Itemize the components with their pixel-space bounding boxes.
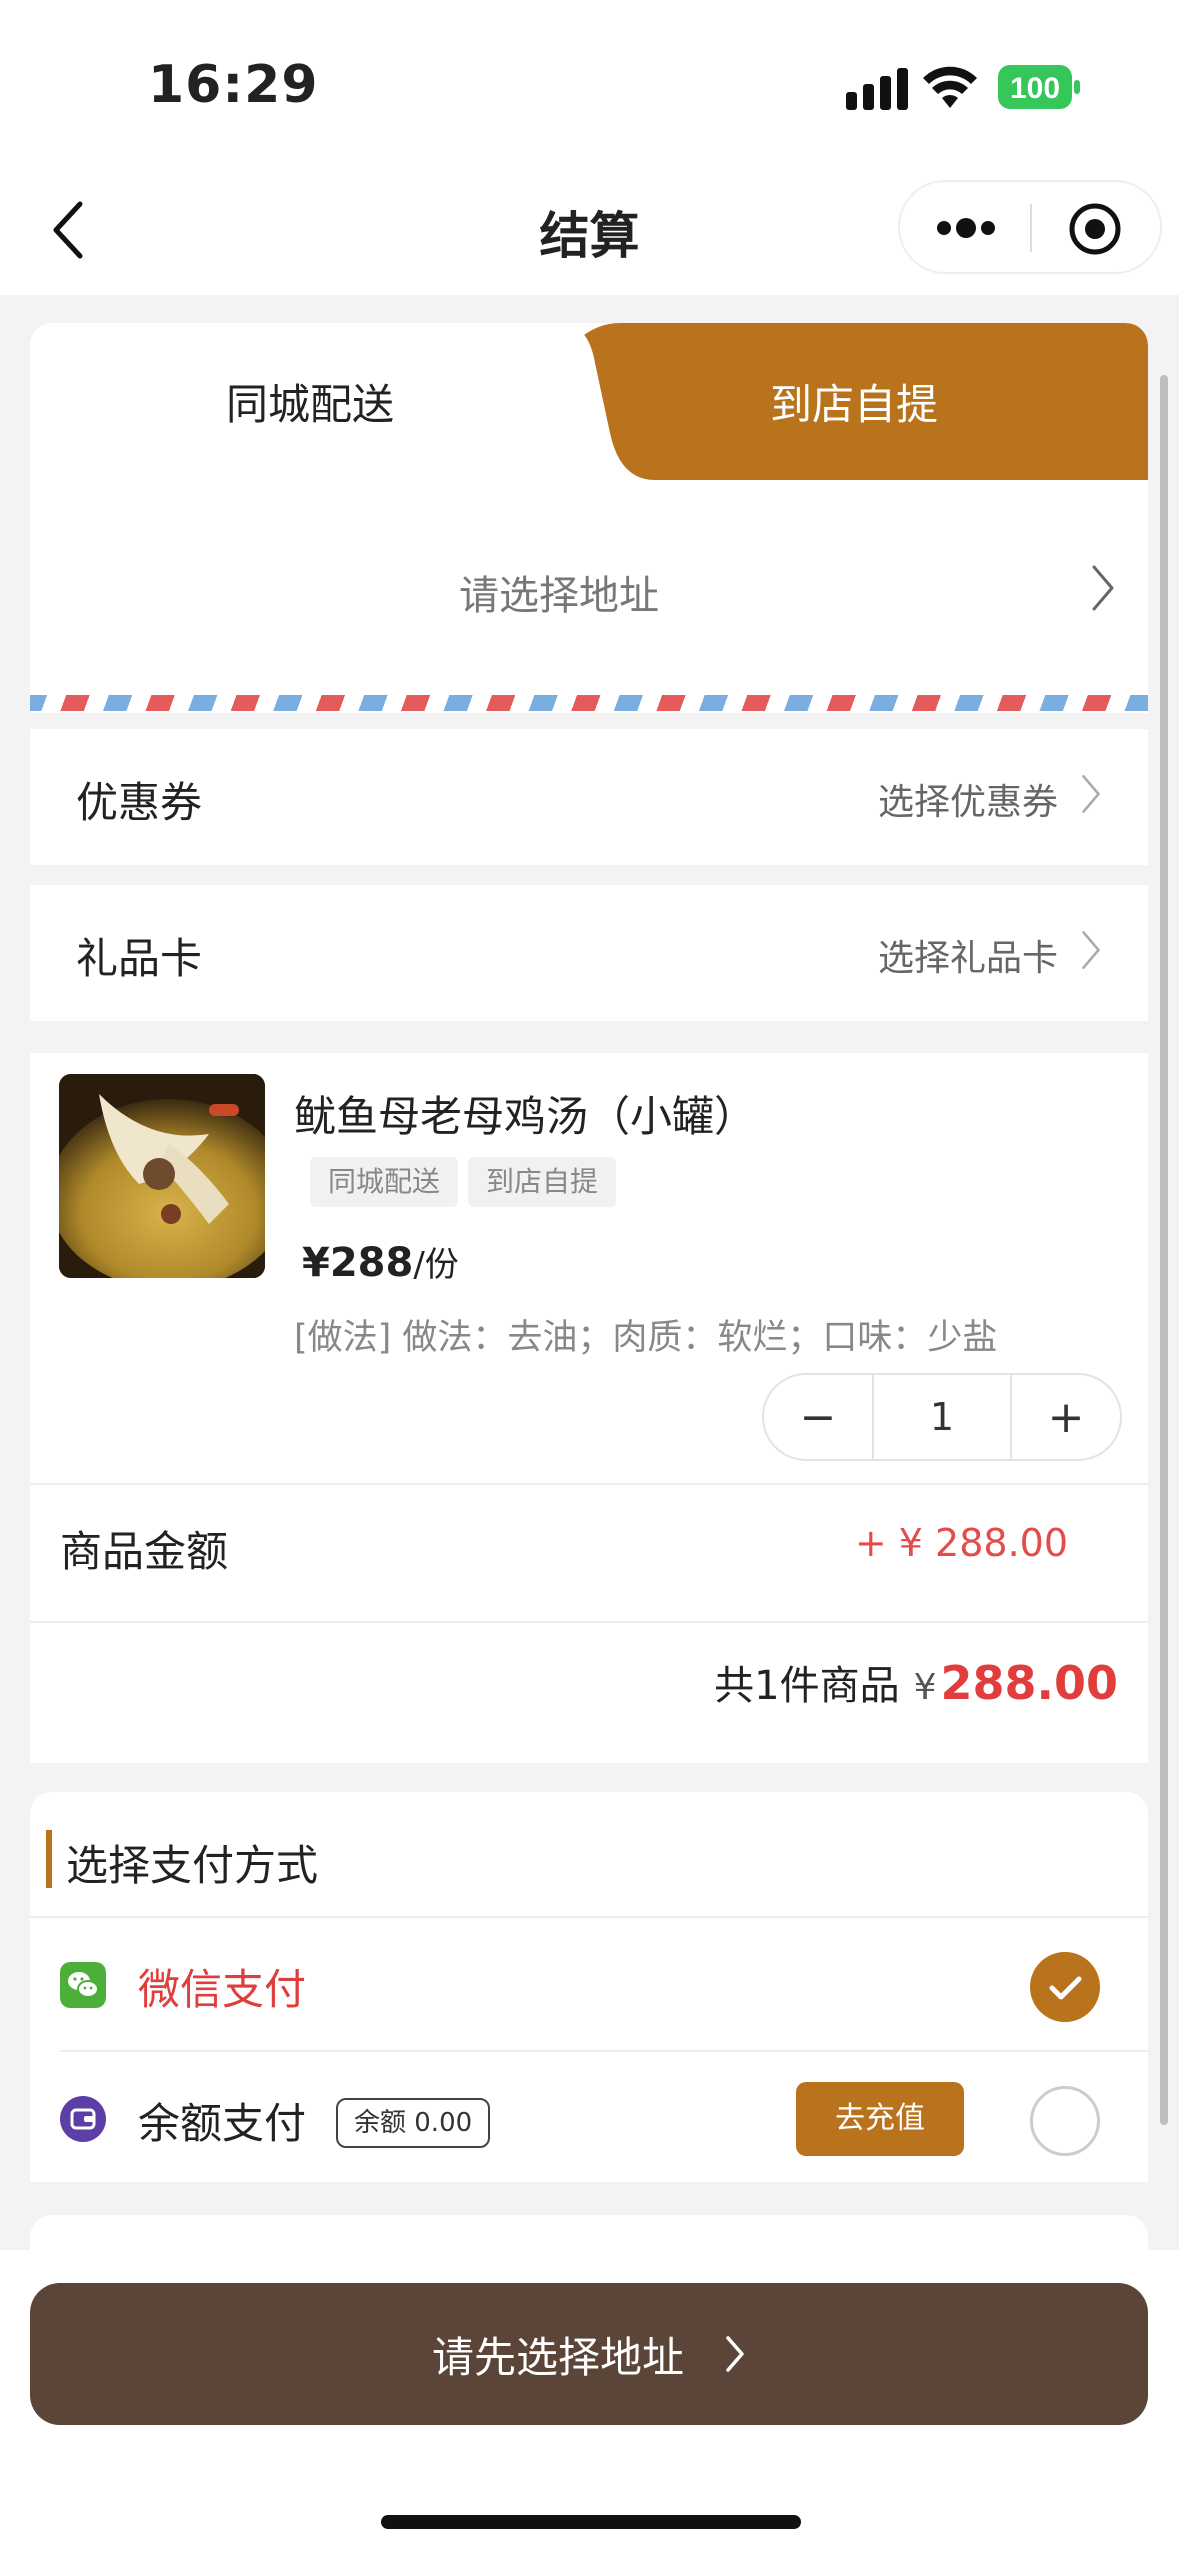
goods-amount-value: + ¥ 288.00 [854,1521,1068,1565]
coupon-value: 选择优惠券 [877,782,1058,823]
total-amount: 288.00 [940,1656,1118,1710]
divider [30,1621,1148,1623]
address-chevron-icon [1092,565,1114,611]
quantity-value[interactable]: 1 [872,1375,1012,1459]
battery-icon: 100 [998,65,1080,109]
goods-amount-label: 商品金额 [60,1527,229,1576]
goods-card: 鱿鱼母老母鸡汤（小罐） 同城配送 到店自提 ¥288/份 [做法] 做法：去油；… [30,1053,1148,1763]
submit-label: 请先选择地址 [431,2332,684,2382]
chevron-right-icon [1082,931,1100,969]
payment-option-wechat[interactable]: 微信支付 [30,1918,1148,2052]
capsule-divider [1030,204,1032,252]
tab-label: 到店自提 [769,380,938,429]
section-accent-bar [46,1830,52,1888]
check-icon [1049,1976,1082,2000]
increase-button[interactable]: + [1010,1375,1120,1459]
wechat-pay-radio[interactable] [1030,1952,1100,2022]
airmail-stripe [30,695,1148,711]
order-total: 共1件商品 ¥288.00 [714,1653,1118,1711]
decrease-button[interactable]: − [764,1375,874,1459]
scrollbar[interactable] [1160,375,1168,2125]
balance-pay-radio[interactable] [1030,2086,1100,2156]
submit-button[interactable]: 请先选择地址 [30,2283,1148,2425]
price-value: ¥288 [302,1240,414,1286]
recharge-button[interactable]: 去充值 [796,2082,964,2156]
coupon-label: 优惠券 [76,778,203,827]
address-card: 同城配送 到店自提 [30,323,1148,713]
gift-card-row[interactable]: 礼品卡 选择礼品卡 [30,885,1148,1021]
close-target-icon[interactable] [1068,202,1122,256]
gift-card-label: 礼品卡 [76,934,203,983]
status-time: 16:29 [148,55,319,115]
tab-store-pickup[interactable]: 到店自提 [560,323,1148,480]
tag-city-delivery: 同城配送 [310,1157,459,1207]
payment-option-balance[interactable]: 余额支付 余额 0.00 去充值 [30,2052,1148,2186]
mini-program-capsule [898,180,1162,274]
quantity-stepper: − 1 + [762,1373,1122,1461]
product-price: ¥288/份 [302,1237,459,1286]
tab-label: 同城配送 [225,380,394,429]
product-image [59,1074,265,1278]
chevron-right-icon [1082,775,1100,813]
wifi-icon [923,66,977,108]
product-spec: [做法] 做法：去油；肉质：软烂；口味：少盐 [294,1318,998,1358]
total-currency: ¥ [913,1667,937,1708]
balance-pay-label: 余额支付 [138,2099,307,2148]
home-indicator [381,2515,801,2529]
price-unit: /份 [413,1245,459,1285]
item-count: 共1件商品 [714,1663,900,1709]
divider [30,1483,1148,1485]
payment-section-title: 选择支付方式 [66,1841,319,1890]
chevron-right-icon [726,2336,744,2372]
wechat-pay-label: 微信支付 [138,1965,307,2014]
tab-city-delivery[interactable]: 同城配送 [30,323,590,480]
tag-store-pickup: 到店自提 [468,1157,617,1207]
gift-card-value: 选择礼品卡 [877,938,1058,979]
product-name: 鱿鱼母老母鸡汤（小罐） [294,1092,757,1141]
balance-badge: 余额 0.00 [336,2098,491,2148]
wallet-icon [60,2096,106,2142]
coupon-row[interactable]: 优惠券 选择优惠券 [30,729,1148,865]
battery-level: 100 [1010,72,1060,105]
address-placeholder: 请选择地址 [459,573,659,619]
more-icon[interactable] [934,210,998,246]
cellular-signal-icon [846,68,908,110]
wechat-pay-icon [60,1962,106,2008]
payment-card: 选择支付方式 微信支付 余额支付 余额 0.00 去充值 [30,1792,1148,2182]
